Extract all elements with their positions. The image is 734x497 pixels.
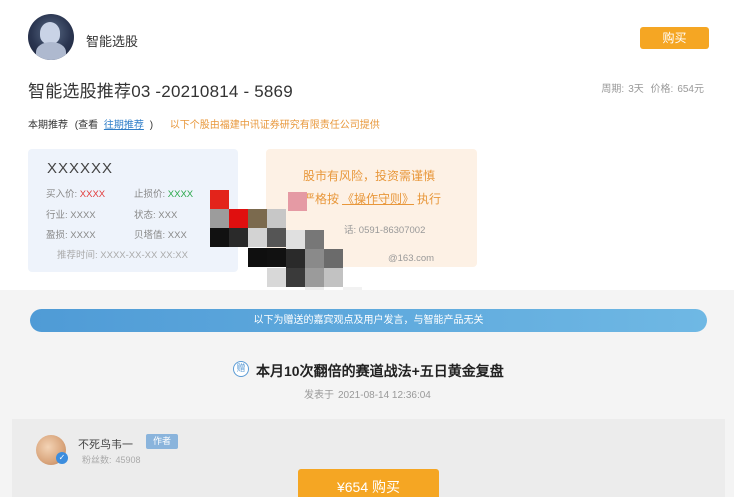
- earnings-value: XXXX: [70, 230, 96, 241]
- fans-label: 粉丝数:: [82, 455, 112, 465]
- fans-count: 45908: [115, 455, 141, 465]
- rules-link[interactable]: 《操作守则》: [342, 192, 414, 206]
- buy-price-label: 买入价:: [46, 189, 78, 200]
- stock-name: XXXXXX: [47, 160, 114, 177]
- email-line: @163.com: [388, 253, 435, 264]
- published-time: 2021-08-14 12:36:04: [338, 390, 431, 401]
- stop-loss-row: 止损价: XXXX: [134, 186, 193, 200]
- recommend-time-label: 推荐时间:: [57, 250, 98, 261]
- status-row: 状态: XXX: [134, 207, 177, 221]
- buy-price-row: 买入价: XXXX: [46, 186, 105, 200]
- paren-close: ): [149, 120, 154, 131]
- paren-open: (查看: [74, 120, 99, 131]
- buy-price-value: XXXX: [79, 189, 106, 200]
- phone-line: 话: 0591-86307002: [344, 222, 425, 236]
- industry-label: 行业:: [46, 210, 68, 221]
- risk-warning-text: 股市有风险，投资需谨慎: [303, 169, 436, 183]
- recommendation-title: 智能选股推荐03 -20210814 - 5869: [28, 82, 293, 101]
- period-value: 3天: [628, 84, 644, 95]
- recommend-time-value: XXXX-XX-XX XX:XX: [100, 250, 188, 261]
- status-value: XXX: [158, 210, 178, 221]
- industry-row: 行业: XXXX: [46, 207, 96, 221]
- verified-icon: ✓: [56, 452, 68, 464]
- notice-banner: 以下为赠送的嘉宾观点及用户发言，与智能产品无关: [30, 309, 707, 332]
- article-date: 发表于 2021-08-14 12:36:04: [300, 386, 431, 401]
- logo-body-shape: [36, 42, 66, 60]
- purchase-button[interactable]: ¥654 购买: [298, 469, 439, 497]
- fans-count-row: 粉丝数: 45908: [78, 453, 141, 466]
- earnings-row: 盈损: XXXX: [46, 227, 96, 241]
- status-label: 状态:: [134, 210, 156, 221]
- history-link[interactable]: 往期推荐: [104, 120, 144, 131]
- author-badge: 作者: [146, 434, 179, 449]
- article-title[interactable]: 本月10次翻倍的赛道战法+五日黄金复盘: [256, 361, 504, 381]
- earnings-label: 盈损:: [46, 230, 68, 241]
- stop-loss-value: XXXX: [167, 189, 194, 200]
- beta-value: XXX: [167, 230, 187, 241]
- buy-button[interactable]: 购买: [640, 27, 709, 49]
- current-recommendation-row: 本期推荐 (查看 往期推荐 ) 以下个股由福建中讯证券研究有限责任公司提供: [28, 116, 380, 131]
- gift-icon: 赠: [233, 361, 249, 377]
- beta-row: 贝塔值: XXX: [134, 227, 187, 241]
- logo-head-shape: [40, 22, 60, 44]
- industry-value: XXXX: [70, 210, 96, 221]
- phone-label: 话:: [344, 225, 357, 236]
- recommend-time-row: 推荐时间: XXXX-XX-XX XX:XX: [57, 247, 188, 261]
- price-label: 价格:: [650, 84, 674, 95]
- phone-value: 0591-86307002: [358, 225, 426, 236]
- beta-label: 贝塔值:: [134, 230, 166, 241]
- provider-note: 以下个股由福建中讯证券研究有限责任公司提供: [169, 120, 380, 131]
- brand-name: 智能选股: [86, 34, 139, 49]
- rules-suffix: 执行: [417, 192, 442, 206]
- product-logo-avatar: [28, 14, 74, 60]
- period-label: 周期:: [601, 84, 625, 95]
- published-label: 发表于: [304, 390, 334, 401]
- period-price-info: 周期: 3天 价格: 654元: [597, 80, 704, 95]
- current-label: 本期推荐: [28, 120, 68, 131]
- stop-loss-label: 止损价:: [134, 189, 166, 200]
- price-value: 654元: [677, 84, 704, 95]
- author-name[interactable]: 不死鸟韦一: [78, 436, 133, 452]
- rules-line: 请严格按 《操作守则》 执行: [291, 190, 441, 207]
